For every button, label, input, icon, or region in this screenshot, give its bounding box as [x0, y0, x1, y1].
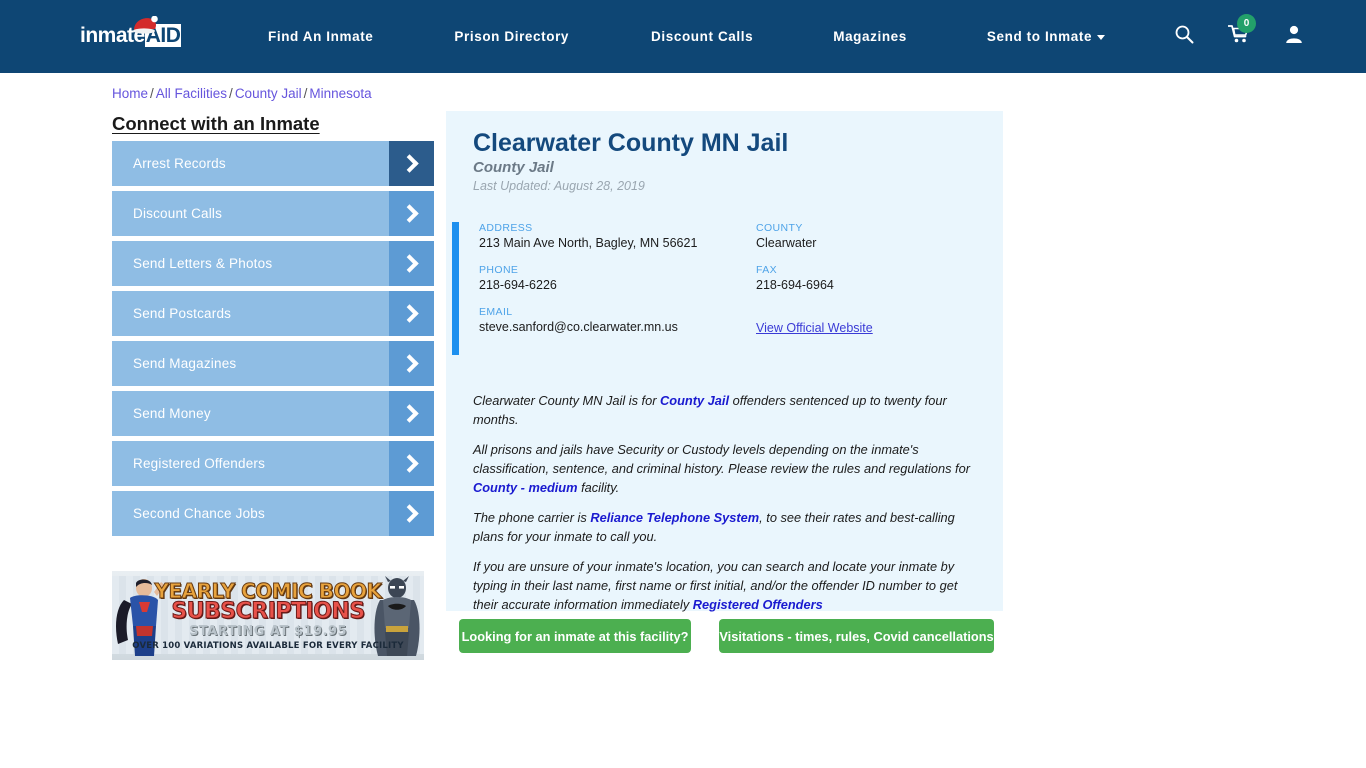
nav-item-find-an-inmate[interactable]: Find An Inmate	[268, 29, 373, 44]
desc-p4-link-registered-offenders[interactable]: Registered Offenders	[693, 597, 823, 612]
breadcrumb-separator: /	[229, 86, 233, 101]
sidebar-item-discount-calls[interactable]: Discount Calls	[112, 191, 434, 236]
shopping-cart-icon[interactable]: 0	[1227, 14, 1256, 49]
chevron-right-icon	[389, 191, 434, 236]
ad-headline-line2: SUBSCRIPTIONS	[171, 599, 366, 625]
desc-p2-text-a: All prisons and jails have Security or C…	[473, 442, 970, 476]
contact-column-left: ADDRESS 213 Main Ave North, Bagley, MN 5…	[479, 222, 697, 348]
description-paragraph-2: All prisons and jails have Security or C…	[473, 440, 978, 497]
sidebar-item-label: Registered Offenders	[133, 456, 266, 471]
chevron-right-icon	[389, 441, 434, 486]
breadcrumb-item-all-facilities[interactable]: All Facilities	[156, 86, 227, 101]
chevron-right-icon	[389, 241, 434, 286]
desc-p3-link-reliance-telephone[interactable]: Reliance Telephone System	[590, 510, 759, 525]
sidebar-item-send-money[interactable]: Send Money	[112, 391, 434, 436]
desc-p1-text-a: Clearwater County MN Jail is for	[473, 393, 661, 408]
chevron-right-icon	[389, 341, 434, 386]
email-value: steve.sanford@co.clearwater.mn.us	[479, 320, 678, 334]
sidebar-item-label: Send Letters & Photos	[133, 256, 273, 271]
user-account-icon[interactable]	[1284, 24, 1304, 49]
breadcrumb-item-minnesota[interactable]: Minnesota	[309, 86, 371, 101]
county-value: Clearwater	[756, 236, 817, 250]
sidebar-item-label: Send Magazines	[133, 356, 237, 371]
fax-value: 218-694-6964	[756, 278, 834, 292]
sidebar-item-label: Arrest Records	[133, 156, 226, 171]
find-inmate-button[interactable]: Looking for an inmate at this facility?	[459, 619, 691, 653]
breadcrumb-separator: /	[303, 86, 308, 101]
sidebar-menu: Arrest Records Discount Calls Send Lette…	[112, 141, 434, 541]
description-paragraph-4: If you are unsure of your inmate's locat…	[473, 557, 978, 614]
santa-hat-icon	[133, 16, 158, 34]
cart-count-badge: 0	[1237, 14, 1256, 33]
sidebar-item-registered-offenders[interactable]: Registered Offenders	[112, 441, 434, 486]
chevron-right-icon	[389, 291, 434, 336]
facility-description: Clearwater County MN Jail is for County …	[473, 391, 978, 625]
description-paragraph-1: Clearwater County MN Jail is for County …	[473, 391, 978, 429]
facility-type-subtitle: County Jail	[473, 159, 554, 176]
address-label: ADDRESS	[479, 222, 533, 234]
official-website-row: View Official Website	[756, 321, 873, 335]
phone-value: 218-694-6226	[479, 278, 557, 292]
nav-item-send-to-inmate-label: Send to Inmate	[986, 29, 1093, 44]
phone-label: PHONE	[479, 264, 519, 276]
comic-book-ad-banner[interactable]: YEARLY COMIC BOOK SUBSCRIPTIONS STARTING…	[112, 571, 424, 660]
fax-label: FAX	[756, 264, 778, 276]
sidebar-item-send-letters-photos[interactable]: Send Letters & Photos	[112, 241, 434, 286]
site-header: inmateAID Find An Inmate Prison Director…	[0, 0, 1366, 73]
contact-column-right: COUNTY Clearwater FAX 218-694-6964 View …	[756, 222, 873, 349]
ad-price-line: STARTING AT $19.95	[188, 624, 348, 639]
ad-subtext-line: OVER 100 VARIATIONS AVAILABLE FOR EVERY …	[132, 641, 404, 651]
breadcrumb-item-home[interactable]: Home	[112, 86, 148, 101]
sidebar-item-label: Send Money	[133, 406, 211, 421]
desc-p2-text-b: facility.	[577, 480, 620, 495]
page-title: Clearwater County MN Jail	[473, 129, 789, 157]
chevron-right-icon	[389, 391, 434, 436]
email-label: EMAIL	[479, 306, 513, 318]
sidebar-item-label: Discount Calls	[133, 206, 223, 221]
sidebar-item-send-magazines[interactable]: Send Magazines	[112, 341, 434, 386]
search-icon[interactable]	[1174, 24, 1194, 49]
nav-item-discount-calls[interactable]: Discount Calls	[651, 29, 753, 44]
address-value: 213 Main Ave North, Bagley, MN 56621	[479, 236, 698, 250]
breadcrumb: Home / All Facilities / County Jail / Minnesot…	[112, 86, 372, 101]
last-updated-text: Last Updated: August 28, 2019	[473, 179, 645, 193]
site-logo[interactable]: inmateAID	[80, 16, 184, 53]
chevron-right-icon	[389, 491, 434, 536]
sidebar-item-label: Second Chance Jobs	[133, 506, 265, 521]
chevron-right-icon	[389, 141, 434, 186]
nav-item-magazines[interactable]: Magazines	[833, 29, 907, 44]
desc-p3-text-a: The phone carrier is	[473, 510, 591, 525]
desc-p2-link-county-medium[interactable]: County - medium	[473, 480, 578, 495]
cta-button-row: Looking for an inmate at this facility? …	[459, 619, 994, 653]
sidebar-item-second-chance-jobs[interactable]: Second Chance Jobs	[112, 491, 434, 536]
description-paragraph-3: The phone carrier is Reliance Telephone …	[473, 508, 978, 546]
nav-item-prison-directory[interactable]: Prison Directory	[454, 29, 569, 44]
county-label: COUNTY	[756, 222, 803, 234]
official-website-link[interactable]: View Official Website	[756, 321, 873, 335]
sidebar-item-arrest-records[interactable]: Arrest Records	[112, 141, 434, 186]
breadcrumb-item-county-jail[interactable]: County Jail	[235, 86, 302, 101]
header-icon-group: 0	[1174, 0, 1304, 73]
sidebar-item-send-postcards[interactable]: Send Postcards	[112, 291, 434, 336]
sidebar-title: Connect with an Inmate	[112, 113, 320, 134]
sidebar-item-label: Send Postcards	[133, 306, 232, 321]
visitations-button[interactable]: Visitations - times, rules, Covid cancel…	[719, 619, 994, 653]
nav-item-send-to-inmate[interactable]: Send to Inmate	[986, 29, 1106, 44]
chevron-down-icon	[1097, 34, 1106, 40]
main-navigation: Find An Inmate Prison Directory Discount…	[268, 0, 1106, 73]
facility-contact-block: ADDRESS 213 Main Ave North, Bagley, MN 5…	[452, 222, 997, 355]
accent-bar	[452, 222, 459, 355]
desc-p1-link-county-jail[interactable]: County Jail	[660, 393, 729, 408]
breadcrumb-separator: /	[150, 86, 154, 101]
